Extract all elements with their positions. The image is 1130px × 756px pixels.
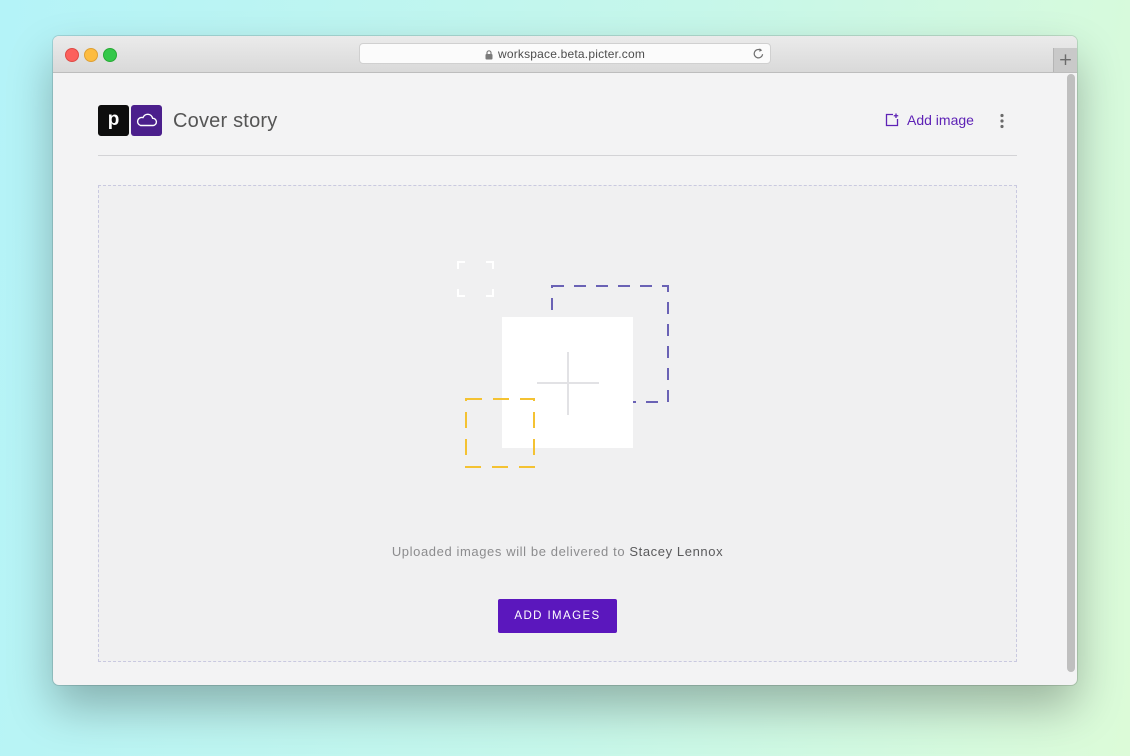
scrollbar[interactable]: [1067, 74, 1075, 672]
lock-icon: [485, 49, 493, 59]
minimize-window-button[interactable]: [84, 48, 98, 62]
page-header: p Cover story Add image: [98, 72, 1017, 156]
upload-placeholder-illustration: [457, 261, 669, 468]
delivery-notice: Uploaded images will be delivered to Sta…: [99, 544, 1016, 559]
reload-icon[interactable]: [752, 47, 765, 60]
picter-logo[interactable]: p: [98, 105, 129, 136]
more-vertical-icon[interactable]: [995, 112, 1009, 130]
delivery-prefix: Uploaded images will be delivered to: [391, 544, 630, 559]
zoom-window-button[interactable]: [103, 48, 117, 62]
add-image-button[interactable]: Add image: [885, 112, 974, 128]
cloud-icon[interactable]: [131, 105, 162, 136]
add-images-button[interactable]: ADD IMAGES: [498, 599, 617, 633]
add-image-label: Add image: [907, 112, 974, 128]
recipient-name: Stacey Lennox: [629, 544, 724, 559]
page-title: Cover story: [173, 110, 278, 132]
address-bar[interactable]: workspace.beta.picter.com: [359, 43, 771, 64]
close-window-button[interactable]: [65, 48, 79, 62]
browser-titlebar: workspace.beta.picter.com +: [53, 36, 1077, 73]
browser-window: workspace.beta.picter.com + p Cover stor…: [53, 36, 1077, 685]
upload-dropzone[interactable]: Uploaded images will be delivered to Sta…: [98, 185, 1017, 662]
url-text: workspace.beta.picter.com: [497, 46, 646, 61]
new-tab-button[interactable]: +: [1053, 48, 1077, 72]
add-image-icon: [885, 113, 899, 127]
